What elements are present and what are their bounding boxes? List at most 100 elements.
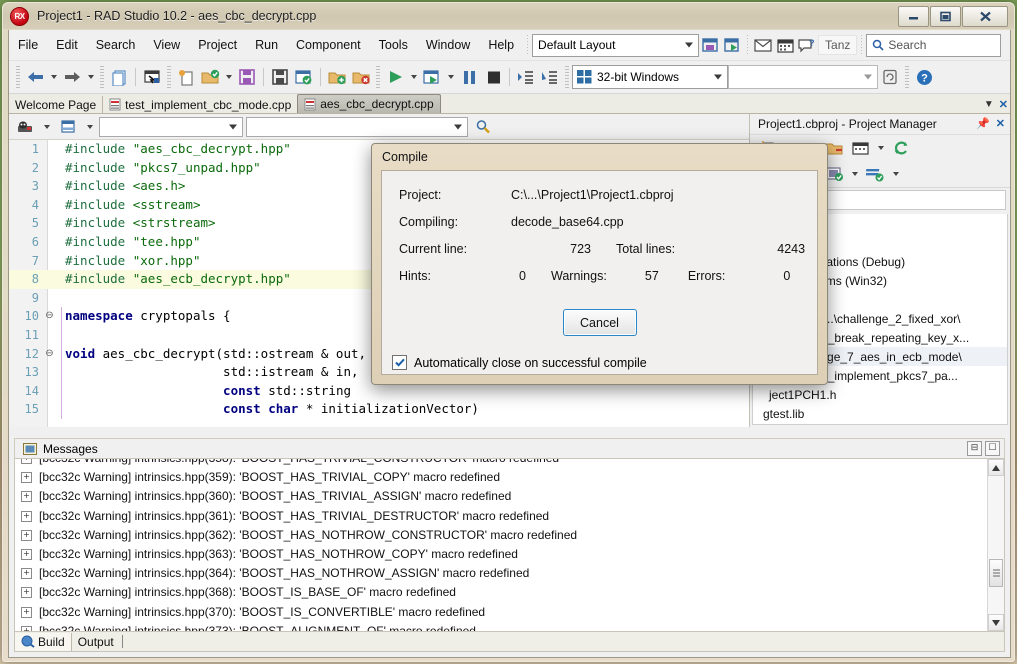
message-row[interactable]: + [bcc32c Warning] intrinsics.hpp(370): '… [15,603,987,622]
menu-project[interactable]: Project [189,34,246,56]
file-tab-test-implement-cbc-mode[interactable]: test_implement_cbc_mode.cpp [103,96,297,113]
menu-window[interactable]: Window [417,34,479,56]
editor-view-icon[interactable] [56,115,80,139]
menu-help[interactable]: Help [479,34,523,56]
run-dropdown-icon[interactable] [407,65,420,89]
close-icon[interactable]: ✕ [999,98,1008,111]
cancel-button[interactable]: Cancel [562,309,637,336]
class-browser-dropdown-icon[interactable] [40,115,53,139]
message-row[interactable]: + [bcc32c Warning] intrinsics.hpp(368): '… [15,583,987,602]
run-without-debugging-dropdown-icon[interactable] [444,65,457,89]
calendar-icon[interactable] [774,34,796,56]
use-unit-icon[interactable] [140,65,164,89]
remove-from-project-icon[interactable] [349,65,373,89]
run-icon[interactable] [383,65,407,89]
stop-icon[interactable] [481,65,505,89]
menu-file[interactable]: File [9,34,47,56]
close-icon[interactable]: ☐ [985,441,1000,456]
expand-icon[interactable]: + [21,472,32,484]
target-combobox[interactable] [728,65,878,89]
welcome-page-tab[interactable]: Welcome Page [9,96,104,113]
navigate-forward-icon[interactable] [60,65,84,89]
message-row[interactable]: + [bcc32c Warning] intrinsics.hpp(360): '… [15,487,987,506]
validate-dropdown-icon[interactable] [848,162,861,186]
menu-search[interactable]: Search [87,34,145,56]
save-all-icon[interactable] [268,65,292,89]
layers-dropdown-icon[interactable] [889,162,902,186]
close-icon[interactable]: ✕ [996,117,1005,130]
class-browser-icon[interactable] [13,115,37,139]
messages-scrollbar[interactable] [987,459,1004,631]
message-row[interactable]: + [bcc32c Warning] intrinsics.hpp(361): '… [15,507,987,526]
layout-combobox[interactable]: Default Layout [532,33,700,57]
autoclose-checkbox[interactable] [392,355,407,370]
file-tab-aes-cbc-decrypt[interactable]: aes_cbc_decrypt.cpp [297,94,441,113]
platform-combobox[interactable]: 32-bit Windows [572,65,728,89]
menu-view[interactable]: View [144,34,189,56]
project-tree-item[interactable]: ject1PCH1.h [753,385,1007,404]
message-row[interactable]: + [bcc32c Warning] intrinsics.hpp(362): '… [15,526,987,545]
expand-icon[interactable]: + [21,510,32,522]
new-file-icon[interactable] [107,65,131,89]
pause-icon[interactable] [457,65,481,89]
trace-into-icon[interactable] [514,65,538,89]
menu-run[interactable]: Run [246,34,287,56]
menu-edit[interactable]: Edit [47,34,87,56]
save-desktop-icon[interactable] [699,34,721,56]
save-project-icon[interactable] [292,65,316,89]
navigate-back-dropdown-icon[interactable] [47,65,60,89]
tab-output[interactable]: Output [72,633,120,651]
refresh-target-icon[interactable] [878,65,902,89]
close-button[interactable] [962,6,1008,27]
open-project-icon[interactable] [198,65,222,89]
autoclose-row[interactable]: Automatically close on successful compil… [382,355,817,370]
expand-icon[interactable]: + [21,549,32,561]
project-tree-item[interactable]: gtest.lib [753,404,1007,423]
add-to-project-icon[interactable] [325,65,349,89]
messages-list[interactable]: + [bcc32c Warning] intrinsics.hpp(358): '… [14,458,1005,632]
menu-tools[interactable]: Tools [370,34,417,56]
scrollbar-thumb[interactable] [989,559,1003,587]
save-icon[interactable] [235,65,259,89]
editor-member-combobox[interactable] [246,116,468,137]
restore-icon[interactable]: ⊟ [967,441,982,456]
tab-build[interactable]: Build [15,632,72,651]
new-item-icon[interactable] [174,65,198,89]
fold-toggle-icon[interactable]: ⊖ [44,307,55,326]
refresh-icon[interactable] [889,136,913,160]
help-icon[interactable]: ? [912,65,936,89]
open-project-dropdown-icon[interactable] [222,65,235,89]
scroll-down-button[interactable] [988,614,1004,631]
step-over-icon[interactable] [538,65,562,89]
set-desktop-icon[interactable] [721,34,743,56]
expand-icon[interactable]: + [21,529,32,541]
help-chat-icon[interactable]: ? [796,34,818,56]
view-options-dropdown-icon[interactable] [874,136,887,160]
message-row[interactable]: + [bcc32c Warning] intrinsics.hpp(373): '… [15,622,987,631]
maximize-button[interactable] [930,6,961,27]
pin-icon[interactable]: 📌 [976,117,990,130]
chevron-down-icon[interactable]: ▼ [984,99,994,110]
message-row[interactable]: + [bcc32c Warning] intrinsics.hpp(363): '… [15,545,987,564]
editor-scope-combobox[interactable] [99,116,243,137]
layers-icon[interactable] [863,162,887,186]
expand-icon[interactable]: + [21,491,32,503]
expand-icon[interactable]: + [21,459,32,465]
message-row[interactable]: + [bcc32c Warning] intrinsics.hpp(364): '… [15,564,987,583]
global-search-box[interactable]: Search [866,33,1002,57]
message-row[interactable]: + [bcc32c Warning] intrinsics.hpp(359): '… [15,468,987,487]
expand-icon[interactable]: + [21,568,32,580]
minimize-button[interactable] [898,6,929,27]
mail-icon[interactable] [752,34,774,56]
menu-component[interactable]: Component [287,34,370,56]
message-row[interactable]: + [bcc32c Warning] intrinsics.hpp(358): '… [15,459,987,468]
view-options-icon[interactable] [848,136,872,160]
navigate-forward-dropdown-icon[interactable] [84,65,97,89]
expand-icon[interactable]: + [21,606,32,618]
editor-view-dropdown-icon[interactable] [83,115,96,139]
navigate-back-icon[interactable] [23,65,47,89]
run-without-debugging-icon[interactable] [420,65,444,89]
expand-icon[interactable]: + [21,625,32,631]
expand-icon[interactable]: + [21,587,32,599]
scroll-up-button[interactable] [988,459,1004,476]
